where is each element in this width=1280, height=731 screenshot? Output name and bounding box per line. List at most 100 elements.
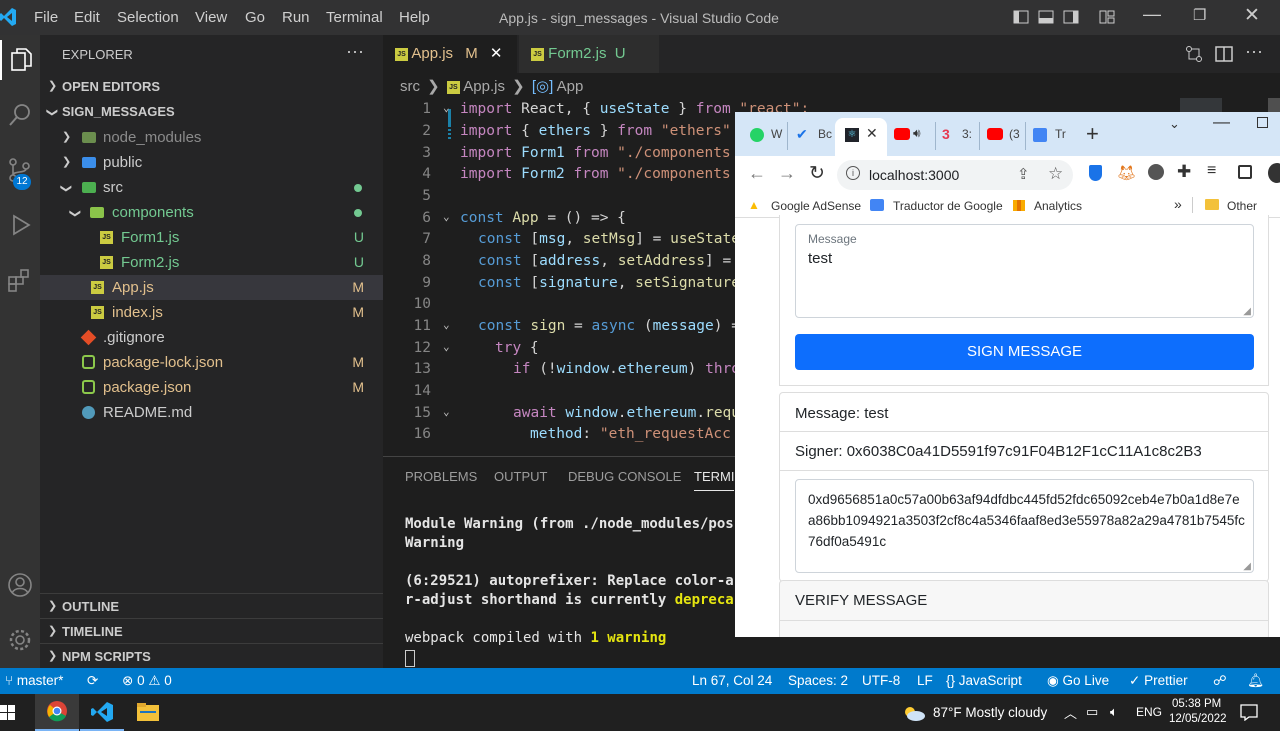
tray-expand-icon[interactable]: ︿ xyxy=(1064,703,1077,722)
language-indicator[interactable]: ENG xyxy=(1136,705,1162,719)
side-panel-icon[interactable] xyxy=(1238,165,1252,179)
breadcrumb-file[interactable]: App.js xyxy=(463,78,505,95)
tree-item-node-modules[interactable]: ❯ node_modules xyxy=(40,125,383,150)
menu-run[interactable]: Run xyxy=(282,9,310,26)
chrome-tab[interactable]: ✔ Bc xyxy=(787,122,832,150)
breadcrumb-symbol[interactable]: App xyxy=(557,78,584,95)
editor-more-icon[interactable]: ··· xyxy=(1245,41,1263,62)
windows-start-icon[interactable] xyxy=(0,705,16,721)
menu-selection[interactable]: Selection xyxy=(117,9,179,26)
toggle-sidebar-icon[interactable] xyxy=(1013,9,1029,25)
search-icon[interactable] xyxy=(0,95,40,135)
weather-text[interactable]: 87°F Mostly cloudy xyxy=(933,705,1047,720)
extensions-puzzle-icon[interactable]: ✚ xyxy=(1177,162,1191,182)
more-actions-icon[interactable]: ··· xyxy=(346,41,364,62)
signature-value[interactable]: 0xd9656851a0c57a00b63af94dfdbc445fd52fdc… xyxy=(808,489,1246,552)
volume-icon[interactable]: 🔈︎ xyxy=(1110,704,1118,720)
branch-status[interactable]: ⑂ master* xyxy=(5,673,63,688)
clock-date[interactable]: 12/05/2022 xyxy=(1169,713,1227,725)
bookmark-star-icon[interactable]: ☆ xyxy=(1048,164,1063,184)
taskbar-chrome[interactable] xyxy=(35,694,79,731)
extensions-icon[interactable] xyxy=(0,260,40,300)
end-of-line[interactable]: LF xyxy=(917,673,933,688)
split-editor-icon[interactable] xyxy=(1215,45,1233,63)
open-editors-section[interactable]: ❯ OPEN EDITORS xyxy=(40,74,383,99)
tree-item-readme[interactable]: README.md xyxy=(40,400,383,425)
chrome-minimize-icon[interactable]: — xyxy=(1213,112,1230,132)
bookmark-translate[interactable]: Traductor de Google xyxy=(893,199,1003,213)
clock-time[interactable]: 05:38 PM xyxy=(1172,698,1221,710)
notifications-bell-icon[interactable]: 🔔︎ xyxy=(1247,673,1264,689)
weather-cloud-icon[interactable] xyxy=(903,705,925,721)
tab-terminal[interactable]: TERMI xyxy=(694,469,735,491)
restore-icon[interactable]: ❐ xyxy=(1193,6,1206,24)
tree-item-form2[interactable]: JS Form2.js U xyxy=(40,250,383,275)
breadcrumb-folder[interactable]: src xyxy=(400,78,420,95)
fold-chevron-icon[interactable]: ⌄ xyxy=(443,101,450,114)
new-tab-icon[interactable]: + xyxy=(1086,121,1099,147)
address-bar[interactable]: i localhost:3000 ⇪ ☆ xyxy=(837,160,1073,190)
chrome-tab[interactable]: Tr xyxy=(1025,122,1069,150)
bookmark-analytics[interactable]: Analytics xyxy=(1034,199,1082,213)
resize-handle-icon[interactable]: ◢ xyxy=(1243,561,1251,572)
chrome-tab-active[interactable]: ⚛ ✕ xyxy=(835,118,887,156)
account-icon[interactable] xyxy=(0,565,40,605)
tree-item-package-lock[interactable]: package-lock.json M xyxy=(40,350,383,375)
menu-file[interactable]: File xyxy=(34,9,58,26)
menu-terminal[interactable]: Terminal xyxy=(326,9,383,26)
menu-go[interactable]: Go xyxy=(245,9,265,26)
url-text[interactable]: localhost:3000 xyxy=(869,167,959,183)
profile-avatar[interactable] xyxy=(1268,163,1280,183)
run-debug-icon[interactable] xyxy=(0,205,40,245)
tree-item-src[interactable]: ❯ src xyxy=(40,175,383,200)
toggle-panel-icon[interactable] xyxy=(1038,9,1054,25)
explorer-icon[interactable] xyxy=(0,40,40,80)
tree-item-indexjs[interactable]: JS index.js M xyxy=(40,300,383,325)
npm-scripts-section[interactable]: ❯ NPM SCRIPTS xyxy=(40,643,383,668)
media-queue-icon[interactable]: ≡ xyxy=(1207,162,1216,180)
chrome-tab[interactable]: 🔊︎ xyxy=(891,122,935,150)
language-mode[interactable]: {} JavaScript xyxy=(946,673,1022,688)
project-section[interactable]: ❯ SIGN_MESSAGES xyxy=(40,99,383,124)
tree-item-package-json[interactable]: package.json M xyxy=(40,375,383,400)
customize-layout-icon[interactable] xyxy=(1099,9,1115,25)
sync-icon[interactable]: ⟳ xyxy=(87,673,98,689)
back-arrow-icon[interactable]: ← xyxy=(748,163,766,184)
metamask-fox-icon[interactable]: 🦊︎ xyxy=(1117,164,1136,182)
tab-debug-console[interactable]: DEBUG CONSOLE xyxy=(568,469,681,484)
tab-output[interactable]: OUTPUT xyxy=(494,469,547,484)
tree-item-appjs[interactable]: JS App.js M xyxy=(40,275,383,300)
close-tab-icon[interactable]: ✕ xyxy=(866,125,878,142)
tab-search-chevron-down-icon[interactable]: ⌄ xyxy=(1169,116,1180,132)
tab-appjs[interactable]: JS App.js M ✕ xyxy=(383,35,517,73)
tree-item-public[interactable]: ❯ public xyxy=(40,150,383,175)
more-bookmarks-icon[interactable]: » xyxy=(1174,196,1182,212)
cursor-position[interactable]: Ln 67, Col 24 xyxy=(692,673,772,688)
chrome-tab[interactable]: W xyxy=(747,122,785,150)
open-changes-icon[interactable] xyxy=(1185,45,1203,63)
close-window-icon[interactable]: ✕ xyxy=(1244,4,1260,27)
timeline-section[interactable]: ❯ TIMELINE xyxy=(40,618,383,643)
chrome-tab[interactable]: 3 3: xyxy=(935,122,977,150)
resize-handle-icon[interactable]: ◢ xyxy=(1243,306,1251,317)
encoding[interactable]: UTF-8 xyxy=(862,673,900,688)
menu-edit[interactable]: Edit xyxy=(74,9,100,26)
signature-textarea[interactable]: 0xd9656851a0c57a00b63af94dfdbc445fd52fdc… xyxy=(795,479,1254,573)
bookmark-adsense[interactable]: Google AdSense xyxy=(771,199,861,213)
chrome-tab[interactable]: (3 xyxy=(979,122,1023,150)
taskbar-vscode[interactable] xyxy=(80,694,124,731)
notification-center-icon[interactable] xyxy=(1240,704,1258,721)
message-value[interactable]: test xyxy=(808,250,832,267)
extension-icon[interactable] xyxy=(1148,164,1164,180)
tree-item-form1[interactable]: JS Form1.js U xyxy=(40,225,383,250)
prettier[interactable]: ✓ Prettier xyxy=(1129,673,1188,689)
outline-section[interactable]: ❯ OUTLINE xyxy=(40,593,383,618)
fold-chevron-icon[interactable]: ⌄ xyxy=(443,210,450,223)
tree-item-components[interactable]: ❯ components xyxy=(40,200,383,225)
fold-chevron-icon[interactable]: ⌄ xyxy=(443,340,450,353)
fold-chevron-icon[interactable]: ⌄ xyxy=(443,405,450,418)
site-info-icon[interactable]: i xyxy=(846,166,860,180)
tab-form2js[interactable]: JS Form2.js U xyxy=(519,35,659,73)
indentation[interactable]: Spaces: 2 xyxy=(788,673,848,688)
menu-view[interactable]: View xyxy=(195,9,227,26)
